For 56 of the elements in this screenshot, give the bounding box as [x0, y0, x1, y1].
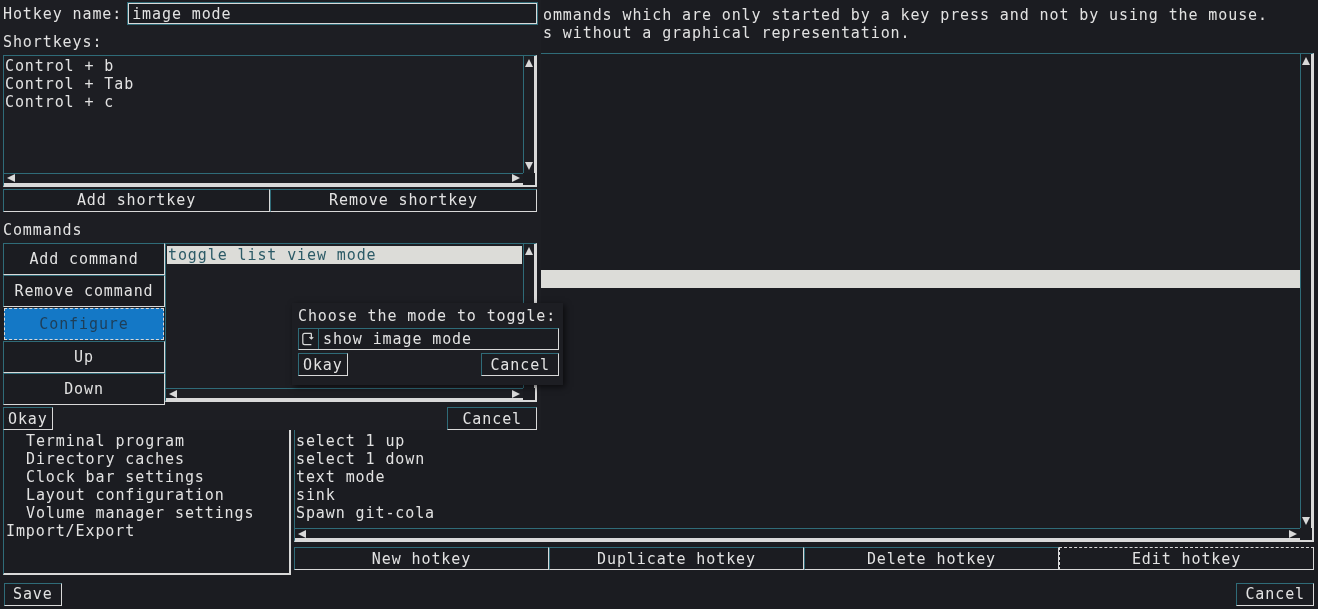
- scroll-down-icon[interactable]: [1301, 516, 1311, 526]
- field-label: Hotkey name:: [3, 4, 123, 23]
- save-button[interactable]: Save: [4, 582, 62, 606]
- shortkey-button[interactable]: Remove shortkey: [270, 188, 537, 212]
- hotkey-item[interactable]: select 1 up: [296, 432, 1300, 450]
- hotkey-button[interactable]: Duplicate hotkey: [549, 547, 804, 570]
- shortkey-item[interactable]: Control + Tab: [5, 74, 522, 93]
- shortkey-item[interactable]: Control + c: [5, 92, 522, 111]
- hotkey-button[interactable]: New hotkey: [294, 547, 549, 570]
- horizontal-scrollbar[interactable]: [295, 528, 1300, 540]
- sidebar-item[interactable]: Import/Export: [6, 522, 289, 540]
- cancel-button[interactable]: Cancel: [447, 407, 537, 430]
- scroll-right-icon[interactable]: [511, 173, 521, 183]
- hotkey-button[interactable]: Delete hotkey: [804, 547, 1059, 570]
- scroll-left-icon[interactable]: [168, 388, 178, 399]
- section-label: Shortkeys:: [3, 33, 104, 53]
- horizontal-scrollbar[interactable]: [4, 172, 523, 185]
- command-button[interactable]: Down: [3, 373, 165, 405]
- okay-button[interactable]: Okay: [298, 353, 348, 376]
- hotkey-item[interactable]: sink: [296, 486, 1300, 504]
- scroll-up-icon[interactable]: [524, 246, 534, 256]
- scroll-down-icon[interactable]: [524, 160, 534, 171]
- okay-button[interactable]: Okay: [3, 407, 53, 430]
- vertical-scrollbar[interactable]: [1300, 54, 1312, 528]
- scroll-right-icon[interactable]: [511, 388, 521, 399]
- cancel-button[interactable]: Cancel: [1236, 582, 1314, 606]
- scroll-right-icon[interactable]: [1288, 528, 1298, 539]
- shortkey-button[interactable]: Add shortkey: [3, 188, 270, 212]
- hotkey-name-field[interactable]: image mode: [128, 3, 537, 25]
- sidebar-item[interactable]: Directory caches: [6, 450, 289, 468]
- command-button[interactable]: Add command: [3, 243, 165, 275]
- scroll-left-icon[interactable]: [6, 173, 16, 183]
- horizontal-scrollbar[interactable]: [166, 388, 523, 400]
- command-button[interactable]: Up: [3, 341, 165, 373]
- command-button[interactable]: Remove command: [3, 275, 165, 307]
- hotkey-item[interactable]: select 1 down: [296, 450, 1300, 468]
- scroll-up-icon[interactable]: [1301, 56, 1311, 66]
- description-text: ommands which are only started by a key press and not by using the mouse.: [542, 6, 1269, 24]
- hotkey-button[interactable]: Edit hotkey: [1059, 547, 1314, 570]
- vertical-scrollbar[interactable]: [523, 55, 535, 173]
- mode-cycle-button[interactable]: show image mode: [298, 328, 559, 350]
- hotkey-item[interactable]: Spawn git-cola: [296, 504, 1300, 522]
- shortkey-item[interactable]: Control + b: [5, 56, 522, 75]
- scroll-left-icon[interactable]: [297, 528, 307, 539]
- sidebar-item[interactable]: Terminal program: [6, 432, 289, 450]
- command-item[interactable]: toggle list view mode: [167, 246, 522, 264]
- description-text: s without a graphical representation.: [542, 24, 912, 42]
- scroll-up-icon[interactable]: [524, 57, 534, 68]
- section-label: Commands: [3, 220, 84, 240]
- sidebar-item[interactable]: Layout configuration: [6, 486, 289, 504]
- hotkey-item[interactable]: text mode: [296, 468, 1300, 486]
- sidebar-item[interactable]: Volume manager settings: [6, 504, 289, 522]
- sidebar-item[interactable]: Clock bar settings: [6, 468, 289, 486]
- cancel-button[interactable]: Cancel: [481, 353, 559, 376]
- prompt-text: Choose the mode to toggle:: [298, 307, 558, 325]
- cycle-icon: [299, 329, 319, 349]
